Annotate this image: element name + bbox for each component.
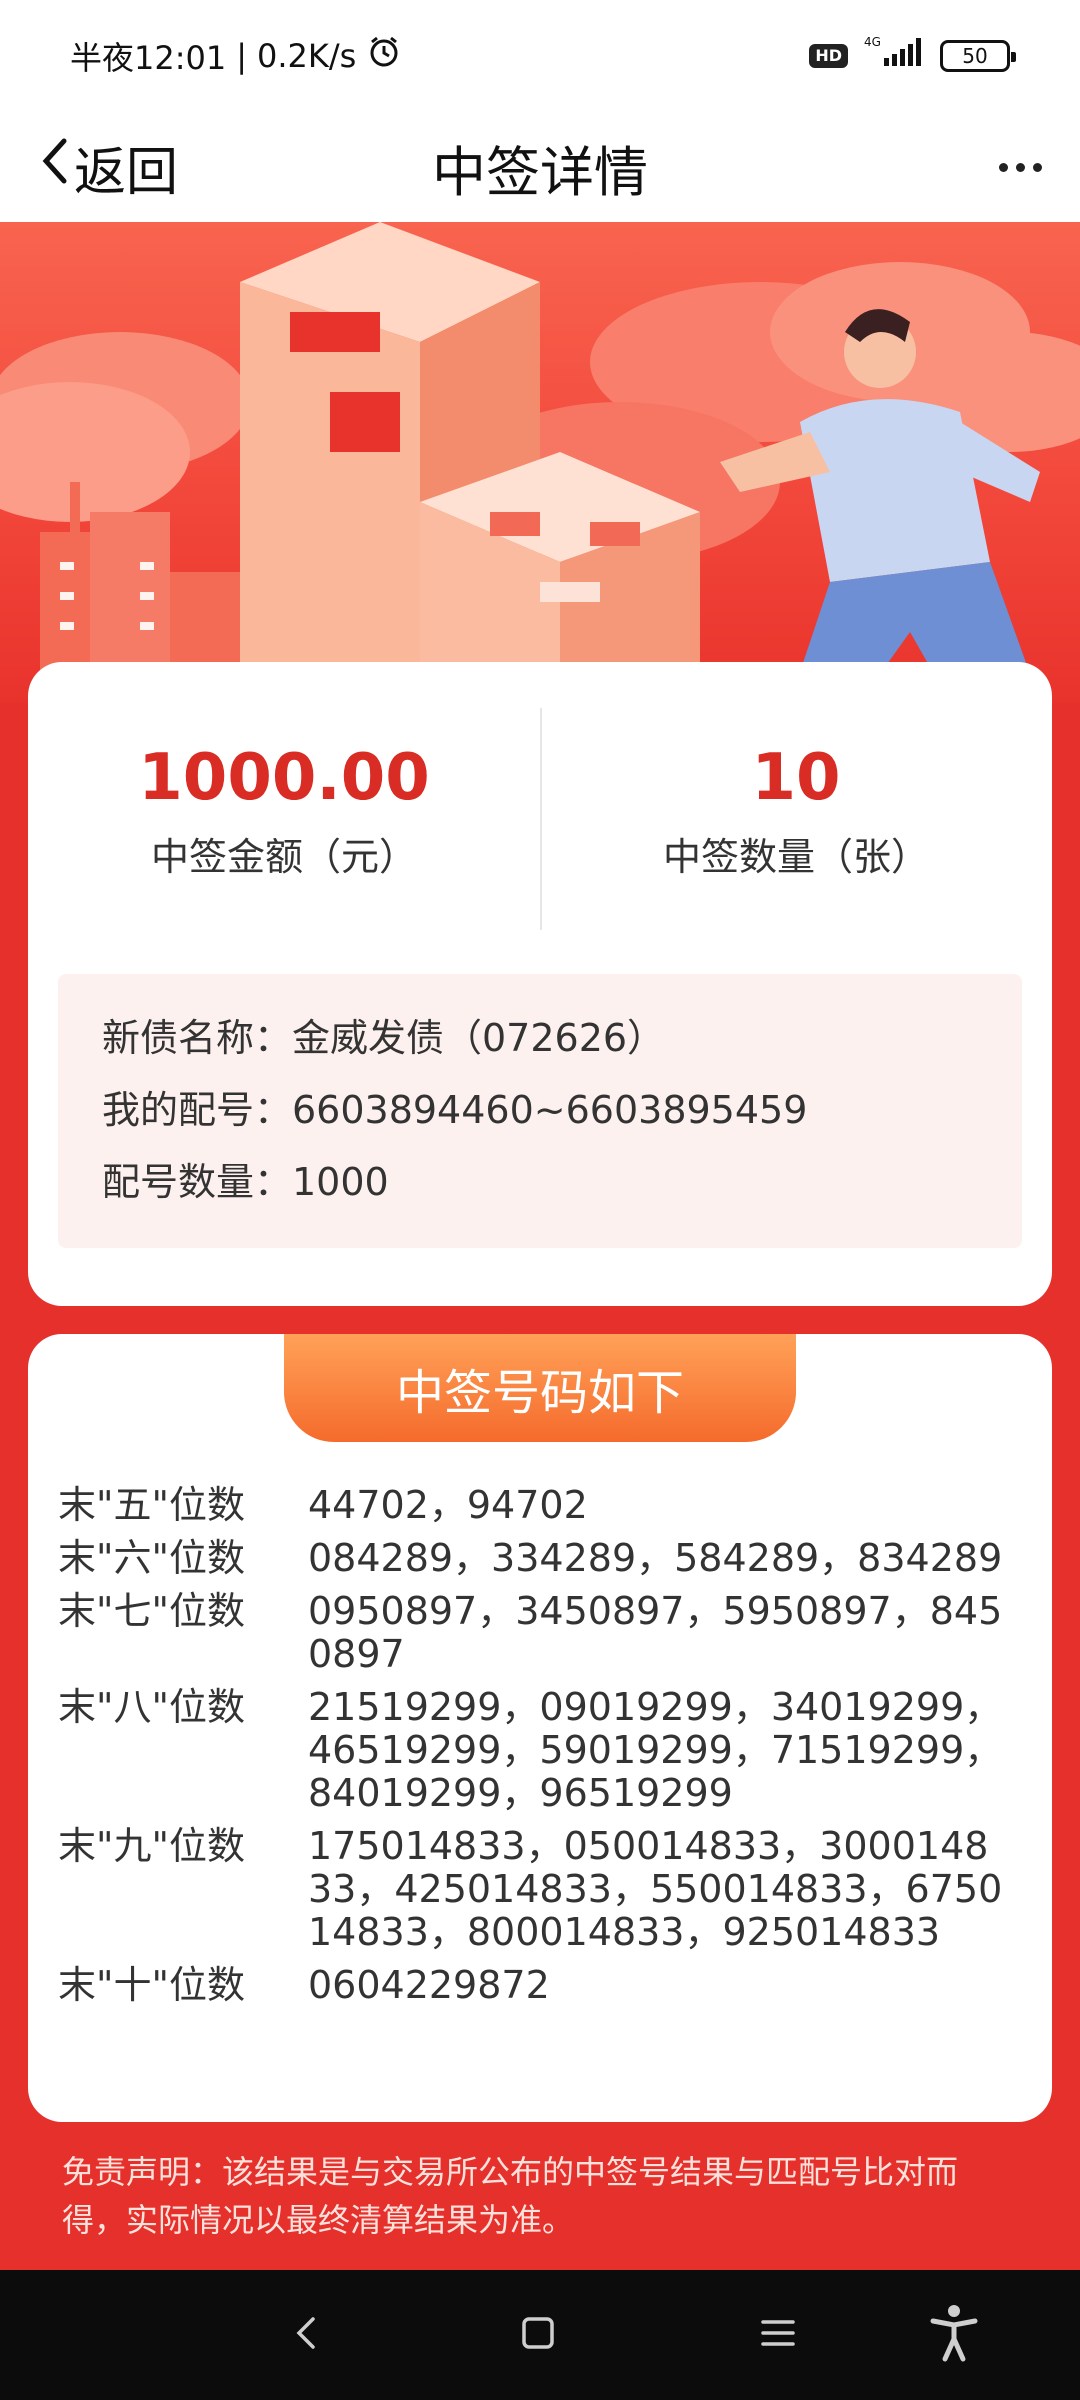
status-left: 半夜12:01 | 0.2K/s xyxy=(70,33,402,79)
winning-row: 末"六"位数 084289，334289，584289，834289 xyxy=(58,1537,1038,1580)
battery-level: 50 xyxy=(962,44,988,68)
alarm-icon xyxy=(366,34,402,78)
banner-illustration xyxy=(0,222,1080,702)
winning-row-values: 084289，334289，584289，834289 xyxy=(308,1536,1003,1580)
count-value: 10 xyxy=(751,741,841,816)
chevron-left-icon xyxy=(291,2313,321,2357)
winning-numbers-header: 中签号码如下 xyxy=(284,1334,796,1442)
battery-icon: 50 xyxy=(940,40,1016,72)
square-icon xyxy=(520,2315,556,2355)
winning-row-values: 0604229872 xyxy=(308,1963,550,2007)
winning-row-label: 末"九"位数 xyxy=(58,1824,245,1868)
svg-text:4G: 4G xyxy=(864,35,881,49)
bond-name: 新债名称：金威发债（072626） xyxy=(102,1016,666,1060)
winning-row: 末"十"位数 0604229872 xyxy=(58,1964,1038,2007)
winning-row-label: 末"八"位数 xyxy=(58,1685,245,1729)
bond-info-box: 新债名称：金威发债（072626） 我的配号：6603894460~660389… xyxy=(58,974,1022,1248)
more-menu-button[interactable] xyxy=(999,112,1042,222)
stats-row: 1000.00 中签金额（元） 10 中签数量（张） xyxy=(28,702,1052,930)
winning-row-label: 末"六"位数 xyxy=(58,1536,245,1580)
winning-row: 末"五"位数 44702，94702 xyxy=(58,1484,1038,1527)
banner-art xyxy=(0,222,1080,702)
hd-badge: HD xyxy=(809,44,848,68)
back-button[interactable]: 返回 xyxy=(40,112,178,222)
winning-row-label: 末"五"位数 xyxy=(58,1483,245,1527)
more-dot-icon xyxy=(1033,162,1042,172)
winning-row-values: 175014833，050014833，300014833，425014833，… xyxy=(308,1824,1003,1954)
count-label: 中签数量（张） xyxy=(662,834,929,879)
status-right: HD 4G 50 xyxy=(809,34,1016,78)
winning-numbers-card: 中签号码如下 末"五"位数 44702，94702 末"六"位数 084289，… xyxy=(28,1334,1052,2122)
disclaimer-text: 免责声明：该结果是与交易所公布的中签号结果与匹配号比对而得，实际情况以最终清算结… xyxy=(62,2153,959,2239)
back-label: 返回 xyxy=(74,142,179,203)
number-count: 配号数量：1000 xyxy=(102,1160,389,1204)
nav-bar: 返回 中签详情 xyxy=(0,112,1080,222)
system-nav-bar xyxy=(0,2270,1080,2400)
menu-icon xyxy=(760,2317,796,2353)
status-time: 半夜12:01 xyxy=(70,39,227,77)
chevron-left-icon xyxy=(40,135,70,200)
count-stat: 10 中签数量（张） xyxy=(540,702,1052,922)
system-back-button[interactable] xyxy=(246,2270,366,2400)
amount-label: 中签金额（元） xyxy=(150,834,417,879)
winning-row-label: 末"十"位数 xyxy=(58,1963,245,2007)
status-bar: 半夜12:01 | 0.2K/s HD 4G 50 xyxy=(0,0,1080,112)
winning-row: 末"九"位数 175014833，050014833，300014833，425… xyxy=(58,1825,1038,1954)
signal-icon: 4G xyxy=(862,34,926,78)
accessibility-icon xyxy=(929,2303,979,2367)
winning-numbers-list: 末"五"位数 44702，94702 末"六"位数 084289，334289，… xyxy=(58,1484,1038,2017)
winning-row: 末"八"位数 21519299，09019299，34019299，465192… xyxy=(58,1686,1038,1815)
winning-row-values: 21519299，09019299，34019299，46519299，5901… xyxy=(308,1685,1003,1815)
winning-row-values: 44702，94702 xyxy=(308,1483,588,1527)
system-accessibility-button[interactable] xyxy=(894,2270,1014,2400)
system-home-button[interactable] xyxy=(478,2270,598,2400)
system-menu-button[interactable] xyxy=(718,2270,838,2400)
status-speed: 0.2K/s xyxy=(257,37,357,75)
more-dot-icon xyxy=(1016,162,1025,172)
status-separator: | xyxy=(236,37,248,75)
my-numbers: 我的配号：6603894460~6603895459 xyxy=(102,1088,808,1132)
more-dot-icon xyxy=(999,162,1008,172)
winning-row-values: 0950897，3450897，5950897，8450897 xyxy=(308,1589,1003,1676)
summary-card: 1000.00 中签金额（元） 10 中签数量（张） 新债名称：金威发债（072… xyxy=(28,662,1052,1306)
winning-row: 末"七"位数 0950897，3450897，5950897，8450897 xyxy=(58,1590,1038,1676)
amount-value: 1000.00 xyxy=(138,741,430,816)
amount-stat: 1000.00 中签金额（元） xyxy=(28,702,540,922)
winning-row-label: 末"七"位数 xyxy=(58,1589,245,1633)
